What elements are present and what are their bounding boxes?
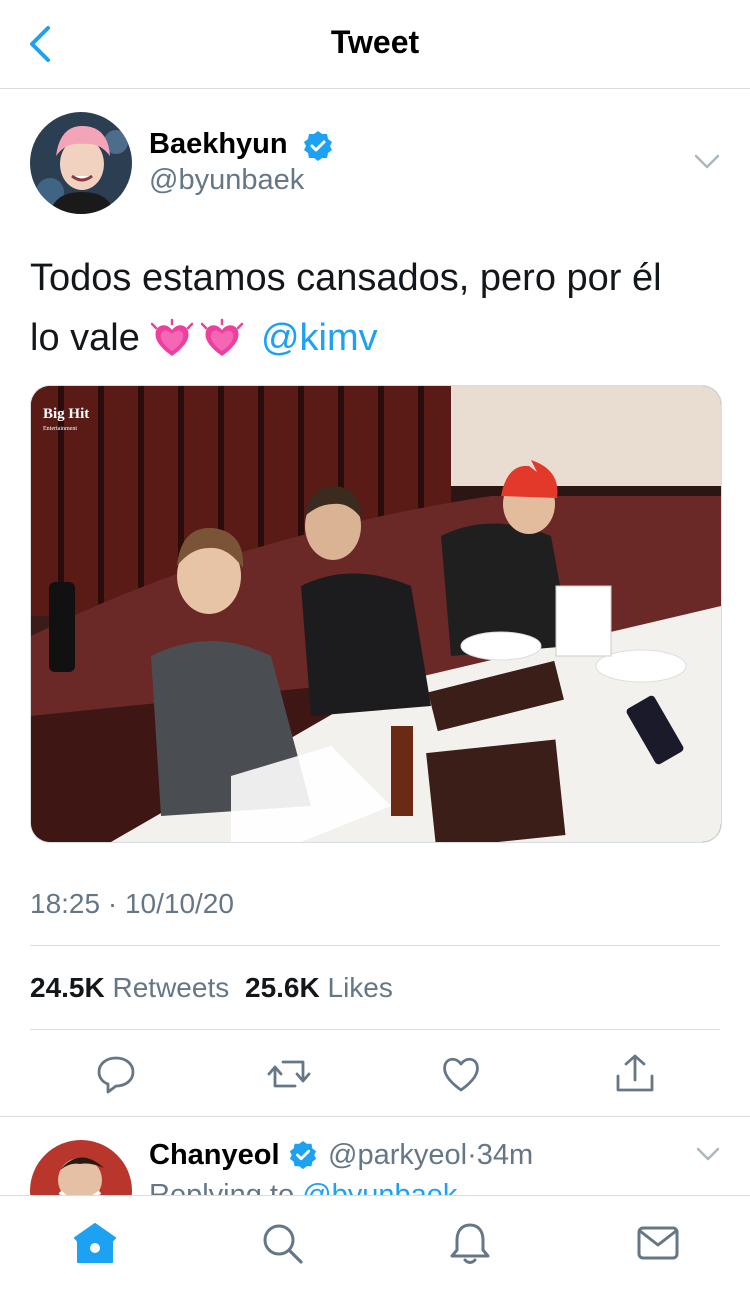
home-icon[interactable] bbox=[72, 1220, 118, 1266]
reply-meta: @parkyeol·34m bbox=[328, 1139, 533, 1172]
tweet-text-line1: Todos estamos cansados, pero por él bbox=[30, 257, 662, 299]
heartpulse-emoji-icon bbox=[151, 318, 194, 356]
divider bbox=[30, 1029, 720, 1030]
author-handle[interactable]: @byunbaek bbox=[149, 164, 304, 197]
mention-link[interactable]: @kimv bbox=[261, 317, 378, 359]
search-icon[interactable] bbox=[259, 1220, 305, 1266]
like-icon[interactable] bbox=[439, 1052, 483, 1096]
reply-icon[interactable] bbox=[94, 1052, 138, 1096]
divider bbox=[0, 1116, 750, 1117]
share-icon[interactable] bbox=[613, 1052, 657, 1096]
verified-badge-icon bbox=[304, 131, 332, 161]
engagement-stats: 24.5K Retweets 25.6K Likes bbox=[30, 972, 393, 1004]
tweet-timestamp: 18:25 · 10/10/20 bbox=[30, 888, 234, 919]
photo-watermark-sub: Entertainment bbox=[43, 426, 77, 432]
page-title: Tweet bbox=[330, 24, 420, 60]
chevron-down-icon[interactable] bbox=[694, 1144, 722, 1166]
chevron-down-icon[interactable] bbox=[692, 150, 722, 174]
author-name[interactable]: Baekhyun bbox=[149, 128, 288, 161]
tweet-text: Todos estamos cansados, pero por él lo v… bbox=[30, 248, 720, 368]
avatar[interactable] bbox=[30, 112, 132, 214]
verified-badge-icon bbox=[289, 1140, 317, 1170]
reply-age: 34m bbox=[476, 1139, 534, 1171]
divider bbox=[30, 945, 720, 946]
notifications-icon[interactable] bbox=[447, 1220, 493, 1266]
photo-watermark: Big Hit bbox=[43, 406, 89, 422]
retweet-icon[interactable] bbox=[267, 1052, 311, 1096]
reply-separator: · bbox=[467, 1139, 477, 1171]
tweet-text-prefix: lo vale bbox=[30, 317, 140, 359]
tweet-text-line2: lo vale @kimv bbox=[30, 308, 720, 368]
retweets-count[interactable]: 24.5K bbox=[30, 972, 105, 1003]
retweets-label[interactable]: Retweets bbox=[113, 972, 230, 1003]
tweet-photo[interactable]: Big Hit Entertainment bbox=[30, 385, 722, 843]
heartpulse-emoji-icon bbox=[201, 318, 244, 356]
messages-icon[interactable] bbox=[635, 1220, 681, 1266]
likes-count[interactable]: 25.6K bbox=[245, 972, 320, 1003]
likes-label[interactable]: Likes bbox=[328, 972, 393, 1003]
reply-author-name[interactable]: Chanyeol bbox=[149, 1139, 280, 1172]
reply-author-handle[interactable]: @parkyeol bbox=[328, 1139, 467, 1171]
